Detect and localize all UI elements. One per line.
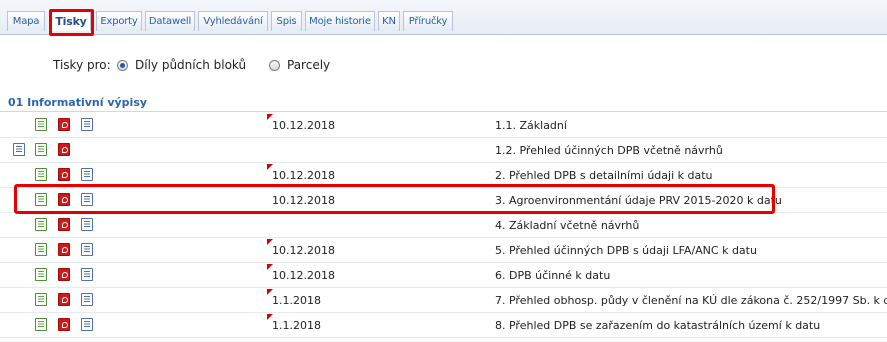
- excel-icon[interactable]: [35, 243, 47, 256]
- tab-mapa[interactable]: Mapa: [7, 11, 45, 31]
- row-title: 1.1. Základní: [495, 119, 567, 132]
- word-icon[interactable]: [81, 168, 93, 181]
- row-title: 5. Přehled účinných DPB s údaji LFA/ANC …: [495, 244, 757, 257]
- tab-exporty[interactable]: Exporty: [96, 11, 142, 31]
- tab-vyhledavani[interactable]: Vyhledávání: [198, 11, 268, 31]
- excel-icon[interactable]: [35, 168, 47, 181]
- row-date[interactable]: 10.12.2018: [272, 169, 335, 182]
- pdf-icon[interactable]: [58, 218, 70, 231]
- row-title: 4. Základní včetně návrhů: [495, 219, 640, 232]
- row-title: 6. DPB účinné k datu: [495, 269, 611, 282]
- excel-icon[interactable]: [35, 143, 47, 156]
- active-tab-highlight: [49, 9, 94, 36]
- radio-dily-pudnich-bloku[interactable]: [117, 60, 128, 71]
- pdf-icon[interactable]: [58, 243, 70, 256]
- excel-icon[interactable]: [35, 118, 47, 131]
- excel-icon[interactable]: [35, 293, 47, 306]
- radio-label-parcely[interactable]: Parcely: [287, 57, 330, 73]
- table-row: 1.1.2018 7. Přehled obhosp. půdy v členě…: [0, 288, 887, 313]
- table-row: 10.12.2018 5. Přehled účinných DPB s úda…: [0, 238, 887, 263]
- word-icon[interactable]: [81, 318, 93, 331]
- tab-datawell[interactable]: Datawell: [145, 11, 195, 31]
- row-title: 2. Přehled DPB s detailními údaji k datu: [495, 169, 713, 182]
- word-icon[interactable]: [81, 243, 93, 256]
- word-icon[interactable]: [81, 218, 93, 231]
- row-date[interactable]: 10.12.2018: [272, 119, 335, 132]
- tab-kn[interactable]: KN: [378, 11, 400, 31]
- word-icon[interactable]: [81, 293, 93, 306]
- tab-prirucky[interactable]: Příručky: [403, 11, 453, 31]
- excel-icon[interactable]: [35, 268, 47, 281]
- row-date[interactable]: 1.1.2018: [272, 294, 321, 307]
- pdf-icon[interactable]: [58, 268, 70, 281]
- table-row: 4. Základní včetně návrhů: [0, 213, 887, 238]
- pdf-icon[interactable]: [58, 118, 70, 131]
- radio-label-dily-pudnich-bloku[interactable]: Díly půdních bloků: [135, 57, 246, 73]
- table-row: 1.1.2018 8. Přehled DPB se zařazením do …: [0, 313, 887, 338]
- row-title: 1.2. Přehled účinných DPB včetně návrhů: [495, 144, 723, 157]
- excel-icon[interactable]: [35, 318, 47, 331]
- word-icon[interactable]: [81, 268, 93, 281]
- word-icon[interactable]: [13, 143, 25, 156]
- pdf-icon[interactable]: [58, 318, 70, 331]
- pdf-icon[interactable]: [58, 168, 70, 181]
- row-title: 8. Přehled DPB se zařazením do katastrál…: [495, 319, 821, 332]
- word-icon[interactable]: [81, 118, 93, 131]
- print-for-label: Tisky pro:: [53, 58, 111, 72]
- row-date[interactable]: 10.12.2018: [272, 269, 335, 282]
- row-highlight: [14, 184, 775, 214]
- radio-parcely[interactable]: [269, 60, 280, 71]
- table-row: 1.2. Přehled účinných DPB včetně návrhů: [0, 138, 887, 163]
- tab-spis[interactable]: Spis: [271, 11, 302, 31]
- pdf-icon[interactable]: [58, 143, 70, 156]
- tab-moje-historie[interactable]: Moje historie: [305, 11, 375, 31]
- pdf-icon[interactable]: [58, 293, 70, 306]
- section-header: 01 Informativní výpisy: [0, 93, 887, 112]
- tab-bar: Mapa Tisky Exporty Datawell Vyhledávání …: [0, 0, 887, 35]
- row-date[interactable]: 10.12.2018: [272, 244, 335, 257]
- table-row: 10.12.2018 6. DPB účinné k datu: [0, 263, 887, 288]
- row-title: 7. Přehled obhosp. půdy v členění na KÚ …: [495, 294, 887, 307]
- table-row: 10.12.2018 1.1. Základní: [0, 113, 887, 138]
- excel-icon[interactable]: [35, 218, 47, 231]
- row-date[interactable]: 1.1.2018: [272, 319, 321, 332]
